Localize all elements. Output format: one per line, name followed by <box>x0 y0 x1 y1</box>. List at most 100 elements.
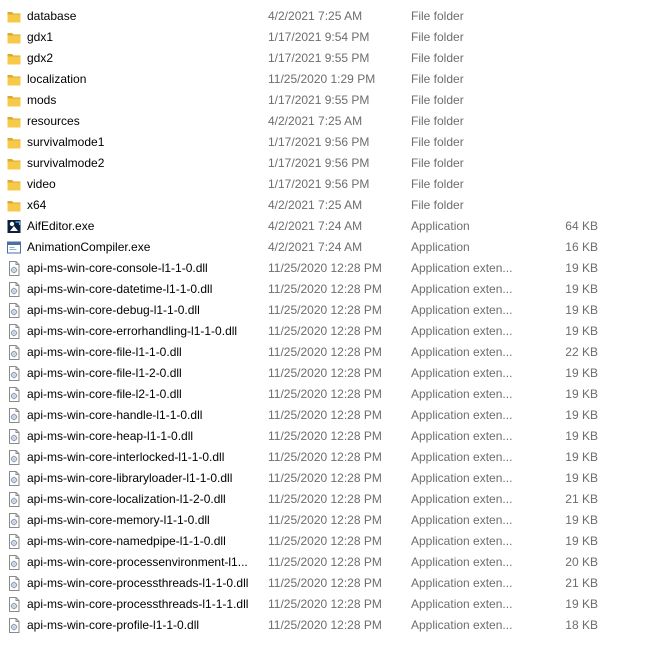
file-row[interactable]: gdx1 1/17/2021 9:54 PM File folder <box>0 27 658 48</box>
date-modified: 11/25/2020 12:28 PM <box>268 513 382 527</box>
dll-file-icon <box>7 513 21 528</box>
file-row[interactable]: api-ms-win-core-debug-l1-1-0.dll 11/25/2… <box>0 300 658 321</box>
file-row[interactable]: api-ms-win-core-processenvironment-l1...… <box>0 552 658 573</box>
file-name: api-ms-win-core-heap-l1-1-0.dll <box>27 429 194 443</box>
file-name: api-ms-win-core-file-l1-1-0.dll <box>27 345 182 359</box>
dll-file-icon <box>7 324 21 339</box>
file-row[interactable]: survivalmode1 1/17/2021 9:56 PM File fol… <box>0 132 658 153</box>
file-name: api-ms-win-core-memory-l1-1-0.dll <box>27 513 210 527</box>
folder-icon <box>7 72 21 87</box>
file-type: File folder <box>411 156 464 170</box>
date-modified: 11/25/2020 12:28 PM <box>268 471 382 485</box>
file-name: video <box>27 177 56 191</box>
date-modified: 11/25/2020 12:28 PM <box>268 303 382 317</box>
file-size: 19 KB <box>565 282 598 296</box>
file-size: 19 KB <box>565 534 598 548</box>
file-row[interactable]: AnimationCompiler.exe 4/2/2021 7:24 AM A… <box>0 237 658 258</box>
file-type: File folder <box>411 30 464 44</box>
file-type: Application exten... <box>411 471 513 485</box>
file-size: 19 KB <box>565 597 598 611</box>
file-row[interactable]: AifEditor.exe 4/2/2021 7:24 AM Applicati… <box>0 216 658 237</box>
date-modified: 4/2/2021 7:24 AM <box>268 219 363 233</box>
file-name: api-ms-win-core-processthreads-l1-1-1.dl… <box>27 597 249 611</box>
file-row[interactable]: api-ms-win-core-heap-l1-1-0.dll 11/25/20… <box>0 426 658 447</box>
file-name: api-ms-win-core-file-l1-2-0.dll <box>27 366 182 380</box>
file-name: localization <box>27 72 87 86</box>
file-type: File folder <box>411 51 464 65</box>
file-row[interactable]: api-ms-win-core-datetime-l1-1-0.dll 11/2… <box>0 279 658 300</box>
file-row[interactable]: api-ms-win-core-file-l1-2-0.dll 11/25/20… <box>0 363 658 384</box>
file-name: gdx1 <box>27 30 54 44</box>
date-modified: 4/2/2021 7:25 AM <box>268 114 363 128</box>
file-name: api-ms-win-core-libraryloader-l1-1-0.dll <box>27 471 233 485</box>
folder-icon <box>7 30 21 45</box>
file-row[interactable]: localization 11/25/2020 1:29 PM File fol… <box>0 69 658 90</box>
file-type: Application exten... <box>411 387 513 401</box>
file-row[interactable]: api-ms-win-core-namedpipe-l1-1-0.dll 11/… <box>0 531 658 552</box>
file-row[interactable]: video 1/17/2021 9:56 PM File folder <box>0 174 658 195</box>
file-name: api-ms-win-core-profile-l1-1-0.dll <box>27 618 200 632</box>
file-size: 19 KB <box>565 324 598 338</box>
file-name: database <box>27 9 77 23</box>
folder-icon <box>7 135 21 150</box>
file-size: 19 KB <box>565 429 598 443</box>
folder-icon <box>7 93 21 108</box>
file-row[interactable]: api-ms-win-core-libraryloader-l1-1-0.dll… <box>0 468 658 489</box>
file-size: 19 KB <box>565 387 598 401</box>
file-size: 19 KB <box>565 261 598 275</box>
file-row[interactable]: api-ms-win-core-console-l1-1-0.dll 11/25… <box>0 258 658 279</box>
file-name: api-ms-win-core-datetime-l1-1-0.dll <box>27 282 213 296</box>
file-row[interactable]: x64 4/2/2021 7:25 AM File folder <box>0 195 658 216</box>
date-modified: 11/25/2020 12:28 PM <box>268 345 382 359</box>
file-row[interactable]: api-ms-win-core-memory-l1-1-0.dll 11/25/… <box>0 510 658 531</box>
file-row[interactable]: api-ms-win-core-file-l2-1-0.dll 11/25/20… <box>0 384 658 405</box>
date-modified: 11/25/2020 12:28 PM <box>268 261 382 275</box>
file-row[interactable]: resources 4/2/2021 7:25 AM File folder <box>0 111 658 132</box>
file-row[interactable]: api-ms-win-core-profile-l1-1-0.dll 11/25… <box>0 615 658 636</box>
date-modified: 11/25/2020 12:28 PM <box>268 366 382 380</box>
file-row[interactable]: api-ms-win-core-localization-l1-2-0.dll … <box>0 489 658 510</box>
dll-file-icon <box>7 429 21 444</box>
file-row[interactable]: gdx2 1/17/2021 9:55 PM File folder <box>0 48 658 69</box>
file-row[interactable]: survivalmode2 1/17/2021 9:56 PM File fol… <box>0 153 658 174</box>
file-row[interactable]: api-ms-win-core-errorhandling-l1-1-0.dll… <box>0 321 658 342</box>
file-row[interactable]: mods 1/17/2021 9:55 PM File folder <box>0 90 658 111</box>
file-row[interactable]: database 4/2/2021 7:25 AM File folder <box>0 6 658 27</box>
dll-file-icon <box>7 618 21 633</box>
file-type: File folder <box>411 9 464 23</box>
date-modified: 11/25/2020 12:28 PM <box>268 618 382 632</box>
file-row[interactable]: api-ms-win-core-processthreads-l1-1-0.dl… <box>0 573 658 594</box>
file-row[interactable]: api-ms-win-core-handle-l1-1-0.dll 11/25/… <box>0 405 658 426</box>
file-row[interactable]: api-ms-win-core-interlocked-l1-1-0.dll 1… <box>0 447 658 468</box>
file-type: Application exten... <box>411 282 513 296</box>
file-name: x64 <box>27 198 47 212</box>
dll-file-icon <box>7 576 21 591</box>
file-name: api-ms-win-core-console-l1-1-0.dll <box>27 261 208 275</box>
file-row[interactable]: api-ms-win-core-file-l1-1-0.dll 11/25/20… <box>0 342 658 363</box>
file-row[interactable]: api-ms-win-core-processthreads-l1-1-1.dl… <box>0 594 658 615</box>
file-name: api-ms-win-core-processenvironment-l1... <box>27 555 248 569</box>
file-list: database 4/2/2021 7:25 AM File folder gd… <box>0 6 658 636</box>
dll-file-icon <box>7 408 21 423</box>
file-size: 19 KB <box>565 303 598 317</box>
date-modified: 11/25/2020 12:28 PM <box>268 408 382 422</box>
folder-icon <box>7 9 21 24</box>
date-modified: 11/25/2020 12:28 PM <box>268 450 382 464</box>
date-modified: 4/2/2021 7:25 AM <box>268 198 363 212</box>
dll-file-icon <box>7 555 21 570</box>
dll-file-icon <box>7 345 21 360</box>
date-modified: 11/25/2020 12:28 PM <box>268 324 382 338</box>
file-type: File folder <box>411 114 464 128</box>
file-type: Application <box>411 219 470 233</box>
date-modified: 1/17/2021 9:54 PM <box>268 30 370 44</box>
file-name: api-ms-win-core-file-l2-1-0.dll <box>27 387 182 401</box>
file-type: Application exten... <box>411 555 513 569</box>
file-type: File folder <box>411 93 464 107</box>
dll-file-icon <box>7 303 21 318</box>
date-modified: 11/25/2020 1:29 PM <box>268 72 376 86</box>
folder-icon <box>7 114 21 129</box>
dll-file-icon <box>7 597 21 612</box>
date-modified: 1/17/2021 9:56 PM <box>268 135 370 149</box>
file-name: api-ms-win-core-interlocked-l1-1-0.dll <box>27 450 225 464</box>
folder-icon <box>7 177 21 192</box>
